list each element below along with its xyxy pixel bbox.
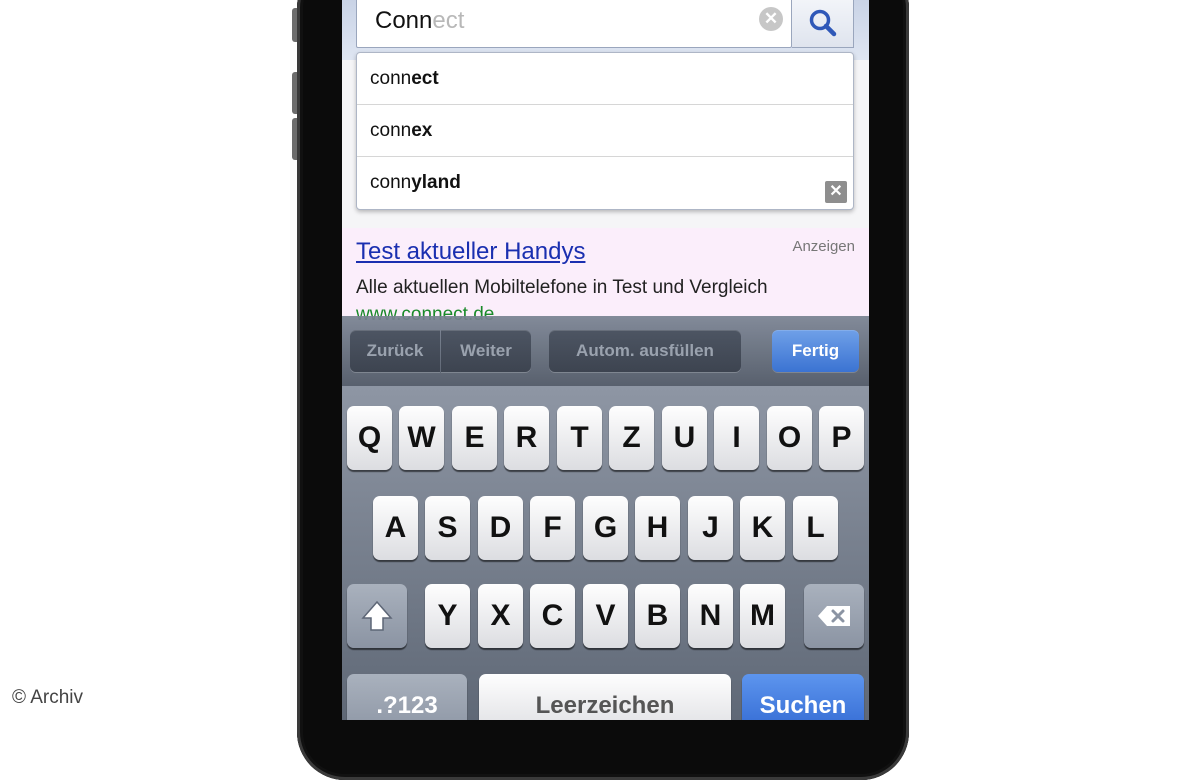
- key-t[interactable]: T: [557, 406, 602, 470]
- search-input-value: Connect: [375, 7, 464, 35]
- key-m[interactable]: M: [740, 584, 785, 648]
- key-u[interactable]: U: [662, 406, 707, 470]
- done-button[interactable]: Fertig: [772, 330, 859, 372]
- backspace-icon: [818, 606, 850, 626]
- key-n[interactable]: N: [688, 584, 733, 648]
- key-b[interactable]: B: [635, 584, 680, 648]
- suggestion-rest: ect: [411, 68, 439, 89]
- suggestion-prefix: conn: [370, 172, 412, 193]
- key-i[interactable]: I: [714, 406, 759, 470]
- suggestion-prefix: conn: [370, 120, 412, 141]
- key-c[interactable]: C: [530, 584, 575, 648]
- key-k[interactable]: K: [740, 496, 785, 560]
- suggestion-rest: ex: [411, 120, 433, 141]
- search-button[interactable]: [792, 0, 854, 48]
- magnifier-icon: [809, 9, 837, 37]
- search-bar-area: Connect ✕: [342, 0, 869, 60]
- key-o[interactable]: O: [767, 406, 812, 470]
- key-q[interactable]: Q: [347, 406, 392, 470]
- form-toolbar: Zurück Weiter Autom. ausfüllen Fertig: [342, 316, 869, 386]
- key-f[interactable]: F: [530, 496, 575, 560]
- key-x[interactable]: X: [478, 584, 523, 648]
- key-e[interactable]: E: [452, 406, 497, 470]
- key-d[interactable]: D: [478, 496, 523, 560]
- ad-label: Anzeigen: [792, 238, 855, 255]
- close-suggestions-icon[interactable]: ✕: [825, 181, 847, 203]
- clear-icon[interactable]: ✕: [759, 7, 783, 31]
- search-input[interactable]: Connect ✕: [356, 0, 792, 48]
- keyboard: Q W E R T Z U I O P A S D F G H J K L Y …: [342, 386, 869, 720]
- ad-title-link[interactable]: Test aktueller Handys: [356, 238, 585, 266]
- suggestion-list: connect connex connyland ✕: [356, 52, 854, 210]
- autofill-button[interactable]: Autom. ausfüllen: [549, 330, 741, 372]
- key-r[interactable]: R: [504, 406, 549, 470]
- search-typed-text: Conn: [375, 7, 433, 34]
- ad-description: Alle aktuellen Mobiltelefone in Test und…: [356, 277, 768, 298]
- backspace-key[interactable]: [804, 584, 864, 648]
- search-completion-text: ect: [432, 7, 465, 34]
- key-j[interactable]: J: [688, 496, 733, 560]
- key-z[interactable]: Z: [609, 406, 654, 470]
- shift-arrow-icon: [361, 600, 393, 631]
- key-y[interactable]: Y: [425, 584, 470, 648]
- search-go-key[interactable]: Suchen: [742, 674, 864, 720]
- key-v[interactable]: V: [583, 584, 628, 648]
- key-a[interactable]: A: [373, 496, 418, 560]
- space-key[interactable]: Leerzeichen: [479, 674, 731, 720]
- suggestion-rest: yland: [411, 172, 461, 193]
- suggestion-item[interactable]: connex: [357, 105, 853, 157]
- key-g[interactable]: G: [583, 496, 628, 560]
- back-button[interactable]: Zurück: [350, 330, 440, 372]
- key-h[interactable]: H: [635, 496, 680, 560]
- suggestion-prefix: conn: [370, 68, 412, 89]
- shift-key[interactable]: [347, 584, 407, 648]
- phone-screen: Connect ✕ connect connex connyland ✕ Tes…: [342, 0, 869, 720]
- suggestion-item[interactable]: connect: [357, 53, 853, 105]
- key-w[interactable]: W: [399, 406, 444, 470]
- next-button[interactable]: Weiter: [441, 330, 531, 372]
- watermark: © Archiv: [12, 687, 84, 708]
- suggestion-item[interactable]: connyland ✕: [357, 157, 853, 209]
- numbers-key[interactable]: .?123: [347, 674, 467, 720]
- key-p[interactable]: P: [819, 406, 864, 470]
- key-s[interactable]: S: [425, 496, 470, 560]
- key-l[interactable]: L: [793, 496, 838, 560]
